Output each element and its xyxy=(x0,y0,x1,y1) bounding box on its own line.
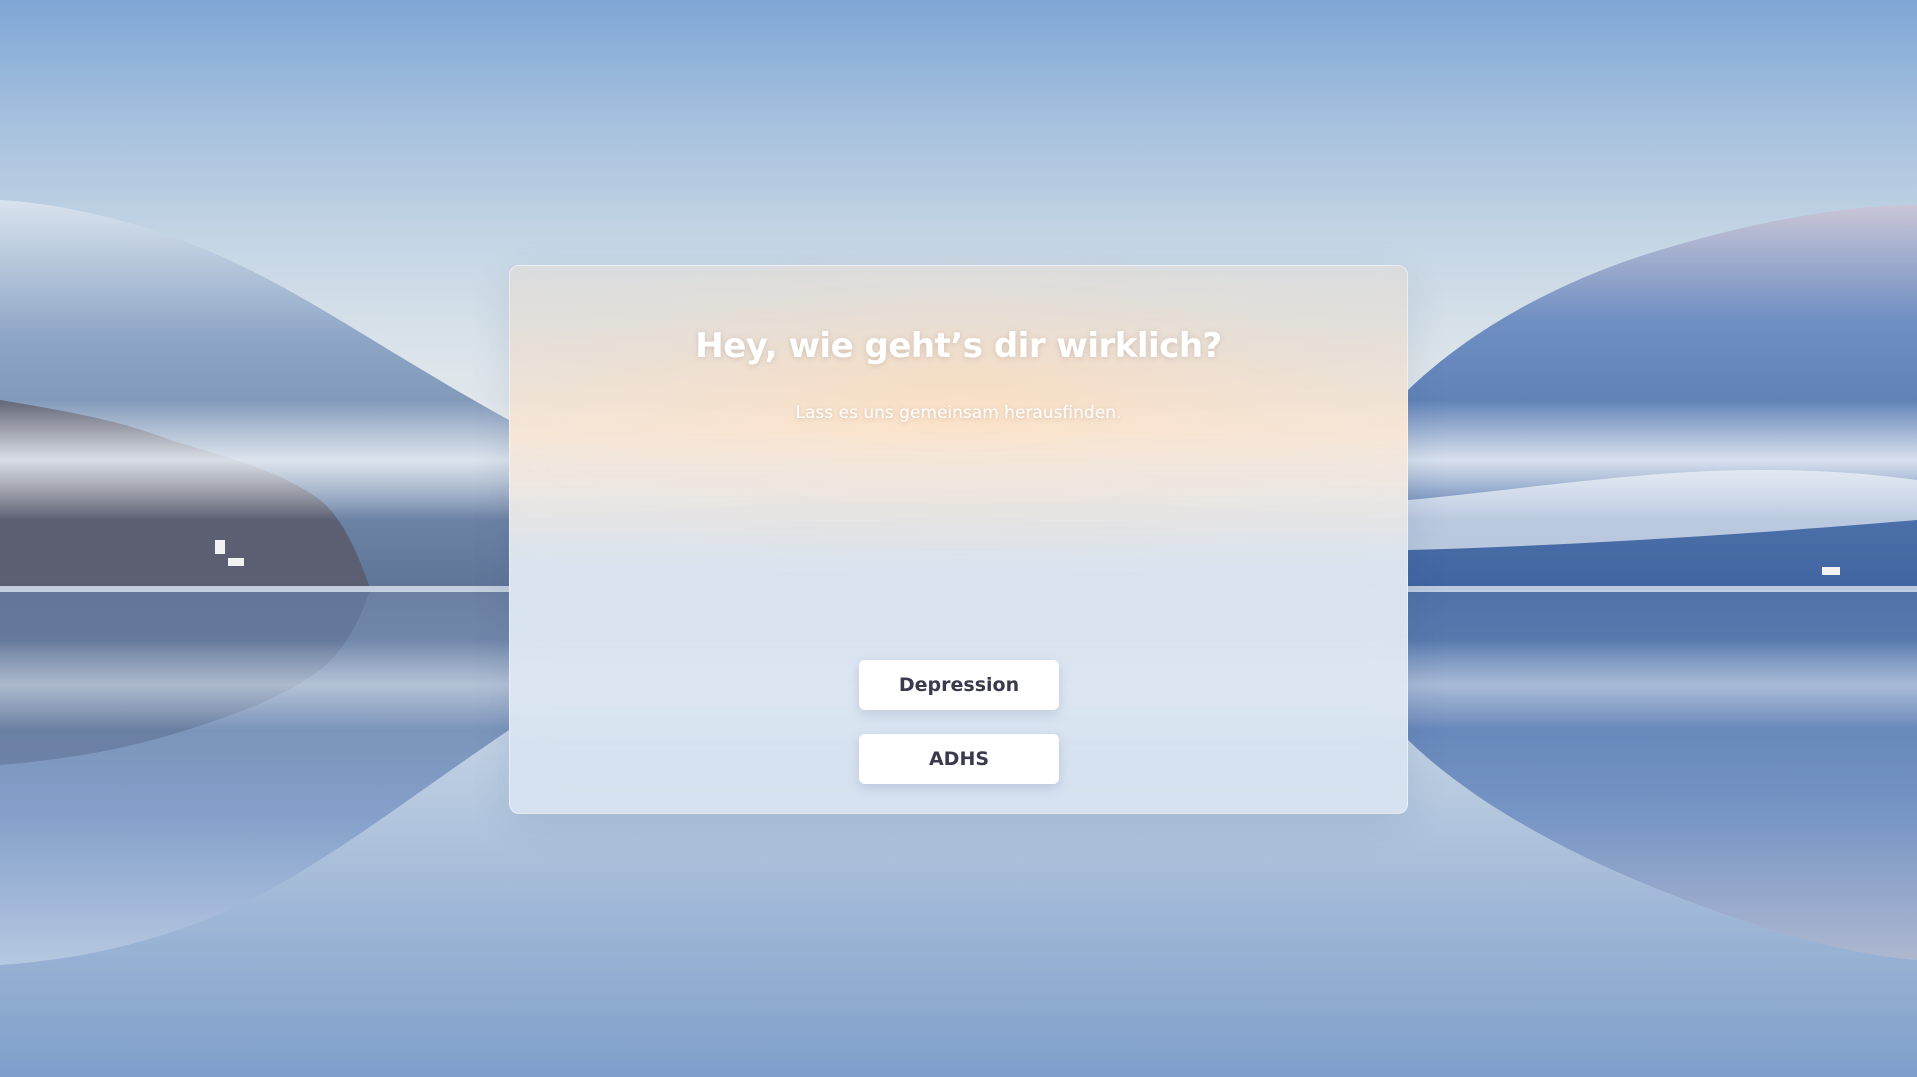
background-scene: Hey, wie geht’s dir wirklich? Lass es un… xyxy=(0,0,1917,1077)
adhs-button[interactable]: ADHS xyxy=(859,734,1059,784)
glass-card: Hey, wie geht’s dir wirklich? Lass es un… xyxy=(509,265,1408,814)
page-title: Hey, wie geht’s dir wirklich? xyxy=(695,326,1222,366)
depression-button[interactable]: Depression xyxy=(859,660,1059,710)
page-subtitle: Lass es uns gemeinsam herausfinden. xyxy=(795,403,1122,423)
